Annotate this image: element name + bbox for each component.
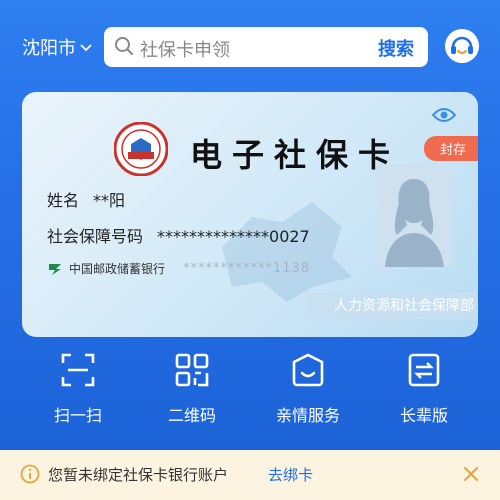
family-service-icon (292, 353, 324, 387)
qrcode-button[interactable]: 二维码 (142, 352, 242, 426)
info-icon (20, 464, 40, 484)
qrcode-label: 二维码 (167, 406, 216, 425)
notice-text: 您暂未绑定社保卡银行账户 (48, 466, 229, 484)
name-field: 姓名 **阳 (47, 187, 125, 211)
card-title: 电子社保卡 (190, 136, 401, 174)
search-button[interactable]: 搜索 (378, 35, 414, 61)
elder-mode-icon (408, 353, 440, 387)
city-label: 沈阳市 (22, 38, 76, 59)
issuer-label: 人力资源和社会保障部 (305, 293, 478, 319)
map-watermark-icon (222, 202, 352, 302)
id-number-label: 社会保障号码 (47, 227, 144, 246)
customer-service-icon[interactable] (444, 28, 480, 64)
family-service-button[interactable]: 亲情服务 (258, 352, 358, 426)
search-icon (115, 37, 133, 55)
name-value: **阳 (93, 191, 126, 210)
close-icon[interactable] (462, 465, 480, 483)
scan-label: 扫一扫 (53, 406, 102, 425)
postal-bank-logo-icon (49, 263, 61, 275)
bank-info: 中国邮政储蓄银行 ************1138 (47, 260, 310, 277)
header: 沈阳市 社保卡申领 搜索 (0, 0, 500, 90)
id-number-field: 社会保障号码 **************0027 (47, 223, 310, 247)
search-input[interactable]: 社保卡申领 (140, 36, 230, 62)
bind-card-link[interactable]: 去绑卡 (268, 464, 313, 485)
eye-icon[interactable] (432, 106, 456, 124)
social-security-card[interactable]: 电子社保卡 封存 姓名 **阳 社会保障号码 **************0027 … (22, 92, 478, 337)
bank-account: ************1138 (183, 261, 311, 276)
scan-icon (61, 353, 95, 387)
id-number-value: **************0027 (157, 227, 310, 246)
elder-mode-label: 长辈版 (399, 406, 448, 425)
status-badge: 封存 (423, 136, 478, 161)
social-security-emblem-icon (114, 122, 168, 176)
search-bar[interactable]: 社保卡申领 搜索 (104, 27, 428, 67)
quick-actions: 扫一扫 二维码 亲情服务 长辈版 (0, 352, 500, 432)
name-label: 姓名 (47, 191, 80, 210)
scan-button[interactable]: 扫一扫 (28, 352, 128, 426)
avatar (377, 165, 452, 267)
family-service-label: 亲情服务 (275, 406, 340, 425)
bank-name: 中国邮政储蓄银行 (69, 262, 166, 276)
person-silhouette-icon (385, 179, 444, 267)
qrcode-icon (175, 353, 209, 387)
city-selector[interactable]: 沈阳市 (22, 34, 92, 60)
bind-card-notice: 您暂未绑定社保卡银行账户 去绑卡 (0, 450, 500, 500)
chevron-down-icon (80, 41, 92, 55)
elder-mode-button[interactable]: 长辈版 (374, 352, 474, 426)
